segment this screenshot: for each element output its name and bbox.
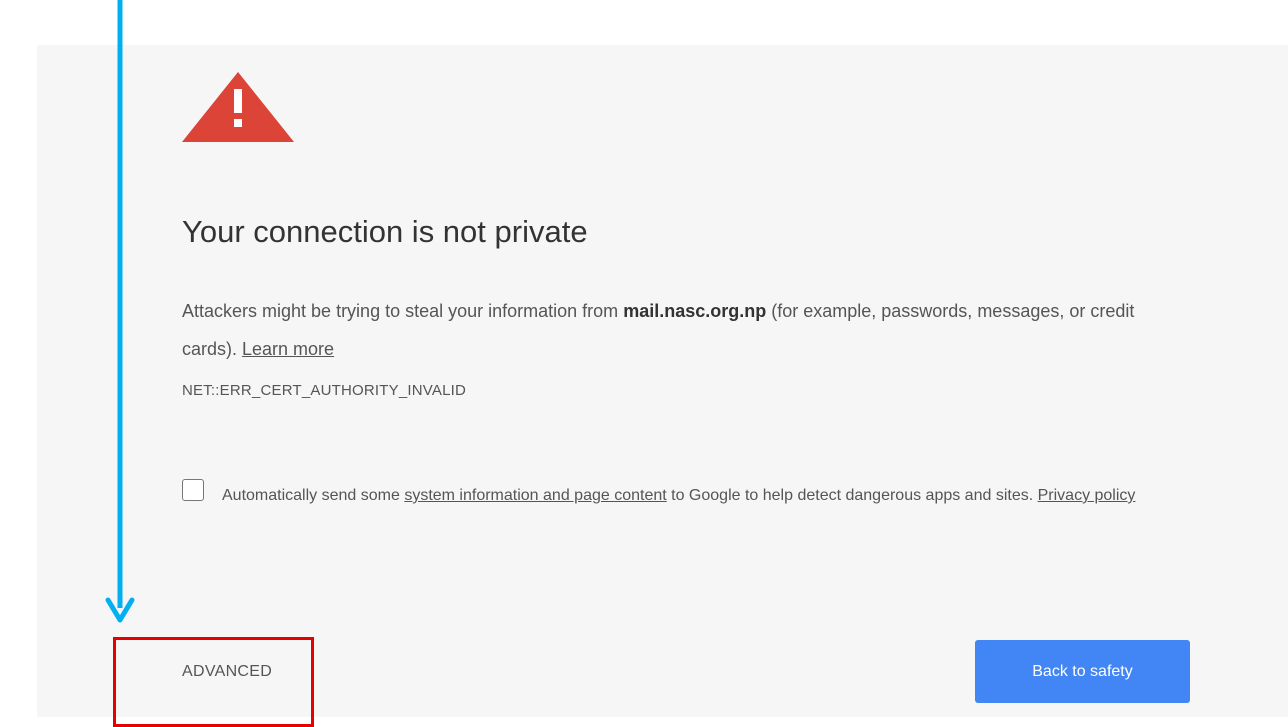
optin-checkbox[interactable]: [182, 479, 204, 501]
optin-label: Automatically send some system informati…: [222, 476, 1152, 516]
domain-name: mail.nasc.org.np: [623, 301, 767, 321]
message-prefix: Attackers might be trying to steal your …: [182, 301, 624, 321]
main-message: Attackers might be trying to steal your …: [182, 292, 1192, 368]
page-title: Your connection is not private: [182, 214, 588, 249]
highlight-box: [113, 637, 314, 727]
optin-middle: to Google to help detect dangerous apps …: [666, 487, 1038, 504]
annotation-arrow-icon: [105, 0, 135, 623]
interstitial-panel: [37, 45, 1288, 717]
back-to-safety-button[interactable]: Back to safety: [975, 640, 1190, 703]
optin-prefix: Automatically send some: [222, 487, 405, 504]
error-code: NET::ERR_CERT_AUTHORITY_INVALID: [182, 382, 467, 399]
warning-triangle-icon: [182, 72, 294, 142]
learn-more-link[interactable]: Learn more: [242, 339, 334, 359]
system-info-link[interactable]: system information and page content: [404, 487, 666, 504]
privacy-policy-link[interactable]: Privacy policy: [1038, 487, 1136, 504]
